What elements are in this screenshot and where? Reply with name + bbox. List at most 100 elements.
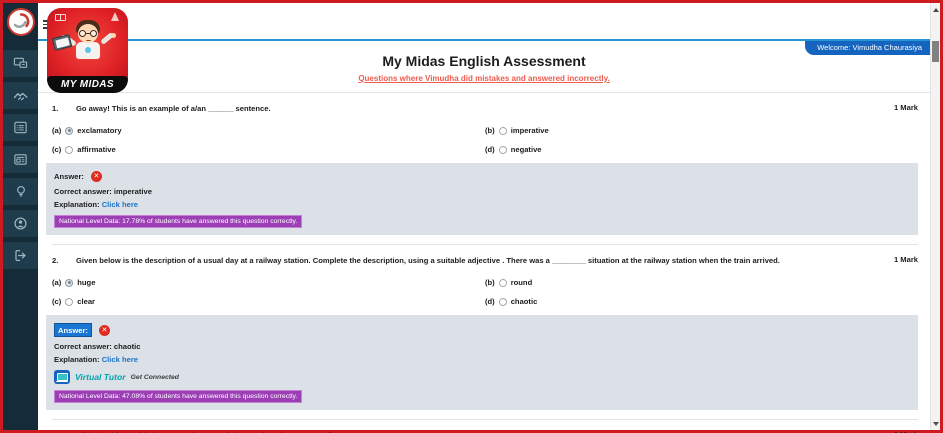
subtitle-post: did mistakes and answered incorrectly. [459,74,610,83]
brand-logo-icon[interactable] [7,8,35,36]
question-number: 1. [52,103,76,114]
option-label: (c) [52,145,61,154]
option-text: chaotic [511,297,538,306]
option-c[interactable]: (c) affirmative [52,145,485,154]
radio-button[interactable] [65,127,73,135]
main-content: Welcome: Vimudha Chaurasiya MY MIDAS [38,3,930,430]
virtual-tutor-tagline: Get Connected [131,374,179,381]
sidebar-item-profile[interactable] [3,210,38,237]
cartoon-hand [111,33,116,38]
scrollbar-thumb[interactable] [932,41,939,62]
option-c[interactable]: (c) clear [52,297,485,306]
option-label: (d) [485,297,495,306]
answer-block: Answer: ✕ Correct answer: imperative Exp… [46,163,918,235]
option-text: affirmative [77,145,115,154]
option-b[interactable]: (b) round [485,278,918,287]
radio-button[interactable] [65,146,73,154]
options-grid: (a) exclamatory (b) imperative (c) affirmat… [52,126,918,154]
subtitle-pre: Questions where [358,74,425,83]
answer-block: Answer: ✕ Correct answer: chaotic Explan… [46,315,918,410]
option-a[interactable]: (a) huge [52,278,485,287]
question-text: Go away! This is an example of a/an ____… [76,103,894,114]
option-b[interactable]: (b) imperative [485,126,918,135]
swoosh-logo-icon [10,11,32,33]
welcome-banner: Welcome: Vimudha Chaurasiya [805,41,930,55]
topbar [38,3,930,41]
explanation-label: Explanation: [54,355,100,364]
radio-button[interactable] [65,298,73,306]
divider [52,419,918,420]
virtual-tutor-link[interactable]: Virtual Tutor Get Connected [54,370,910,384]
sidebar-item-report[interactable] [3,146,38,173]
option-text: clear [77,297,95,306]
questions-list: 1. Go away! This is an example of a/an _… [38,93,930,433]
explanation-link[interactable]: Click here [102,355,138,364]
option-text: exclamatory [77,126,121,135]
page-subtitle: Questions where Vimudha did mistakes and… [38,74,930,83]
news-table-icon [13,152,28,167]
scrollbar [930,3,940,430]
sidebar-item-list[interactable] [3,114,38,141]
assessment-page: Welcome: Vimudha Chaurasiya MY MIDAS [0,0,943,433]
answer-label: Answer: [54,172,84,181]
handshake-icon [13,89,29,103]
radio-button[interactable] [499,127,507,135]
correct-answer-text: Correct answer: chaotic [54,342,910,351]
my-midas-logo-art: MY MIDAS [47,8,128,93]
sidebar-item-ideas[interactable] [3,178,38,205]
scroll-down-arrow-icon[interactable] [933,422,939,426]
option-text: negative [511,145,542,154]
profile-icon [13,216,28,231]
list-icon [13,120,28,135]
correct-answer-text: Correct answer: imperative [54,187,910,196]
option-label: (c) [52,297,61,306]
sidebar-item-handshake[interactable] [3,82,38,109]
option-a[interactable]: (a) exclamatory [52,126,485,135]
option-text: huge [77,278,95,287]
options-grid: (a) huge (b) round (c) clear (d) chaotic [52,278,918,306]
compass-icon [111,12,119,21]
screen-share-icon [13,56,28,71]
lightbulb-icon [14,184,28,199]
option-label: (b) [485,126,495,135]
question-marks: 1 Mark [894,103,918,112]
explanation-label: Explanation: [54,200,100,209]
option-d[interactable]: (d) chaotic [485,297,918,306]
logo-band: MY MIDAS [47,76,128,93]
explanation-link[interactable]: Click here [102,200,138,209]
radio-button[interactable] [499,298,507,306]
cartoon-shirt [76,42,100,59]
option-text: round [511,278,533,287]
divider [52,244,918,245]
my-midas-logo: MY MIDAS [47,8,128,93]
radio-button[interactable] [499,279,507,287]
national-data-badge: National Level Data: 47.08% of students … [54,390,302,403]
option-label: (a) [52,126,61,135]
cartoon-tablet [52,34,73,51]
option-text: imperative [511,126,549,135]
option-label: (d) [485,145,495,154]
radio-button[interactable] [65,279,73,287]
national-data-badge: National Level Data: 17.78% of students … [54,215,302,228]
page-title: My Midas English Assessment [38,53,930,69]
question-2: 2. Given below is the description of a u… [52,255,918,410]
wrong-answer-icon: ✕ [91,171,102,182]
logout-icon [13,248,28,263]
radio-button[interactable] [499,146,507,154]
book-icon [55,14,66,21]
question-marks: 1 Mark [894,255,918,264]
question-text: Given below is the description of a usua… [76,255,894,266]
answer-label-highlighted: Answer: [54,323,92,337]
sidebar [3,3,38,430]
sidebar-item-share-screen[interactable] [3,50,38,77]
question-1: 1. Go away! This is an example of a/an _… [52,103,918,235]
virtual-tutor-brand: Virtual Tutor [75,372,126,382]
question-number: 2. [52,255,76,266]
subtitle-student-name: Vimudha [425,74,459,83]
option-label: (a) [52,278,61,287]
option-d[interactable]: (d) negative [485,145,918,154]
cartoon-face [78,24,98,43]
option-label: (b) [485,278,495,287]
sidebar-item-logout[interactable] [3,242,38,269]
scroll-up-arrow-icon[interactable] [933,8,939,12]
